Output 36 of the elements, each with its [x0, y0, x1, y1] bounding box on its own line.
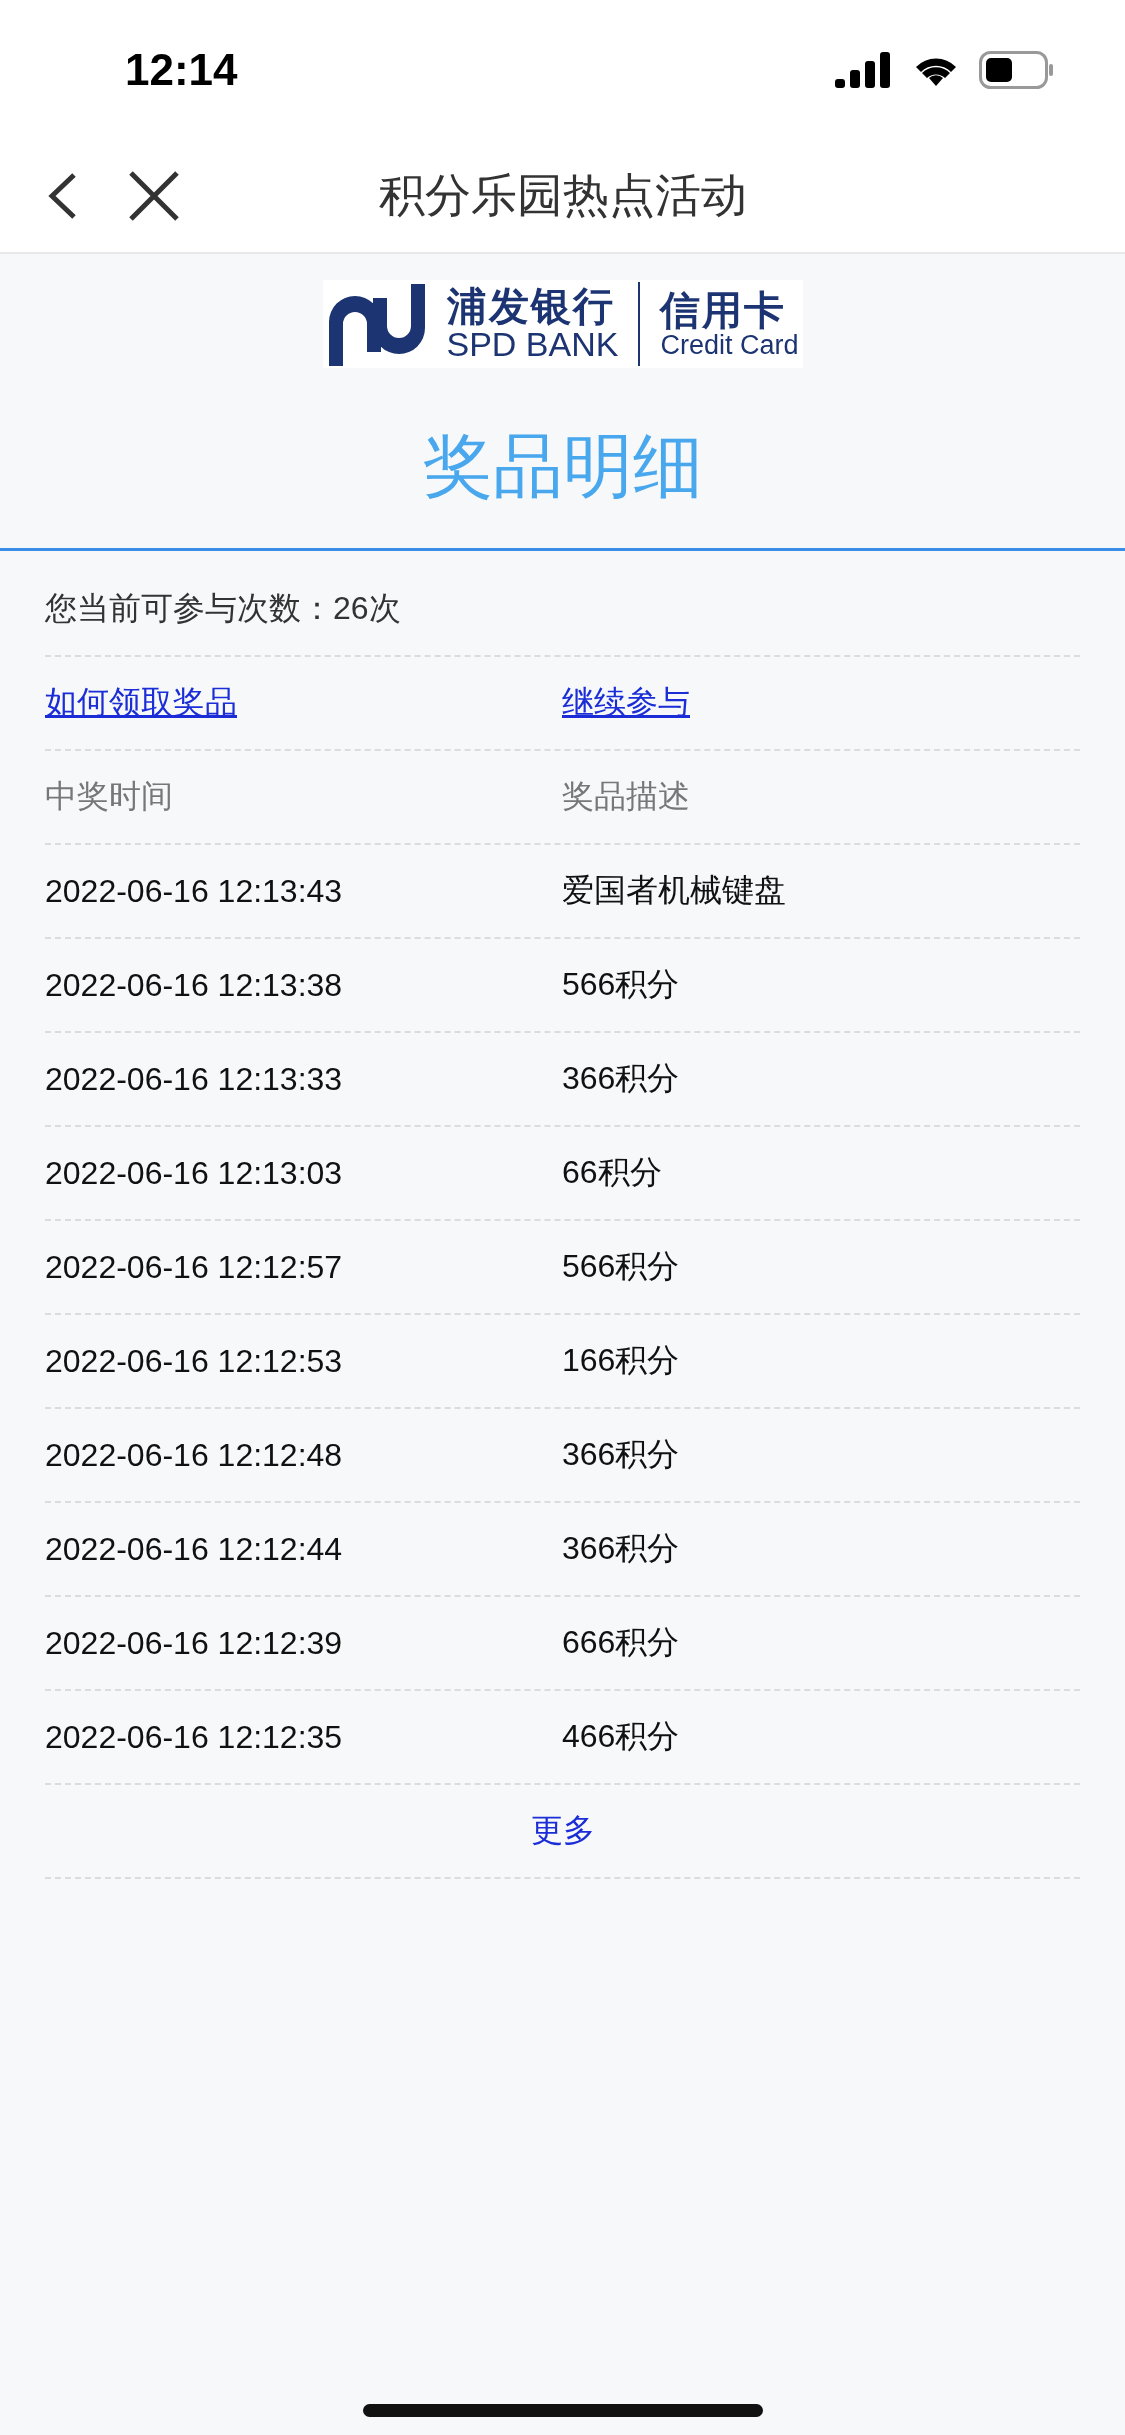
bank-name: 浦发银行	[446, 285, 616, 328]
signal-icon	[835, 52, 893, 88]
battery-icon	[979, 51, 1055, 89]
page-title: 积分乐园热点活动	[377, 168, 748, 223]
table-cell-text: 566积分	[562, 965, 681, 1004]
table-cell-text: 666积分	[562, 1623, 681, 1662]
table-cell-text: 2022-06-16 12:12:48	[45, 1436, 344, 1474]
column-header: 中奖时间	[45, 777, 174, 816]
table-cell-text: 2022-06-16 12:13:03	[45, 1154, 344, 1192]
table-cell-text: 66积分	[562, 1153, 663, 1192]
status-time: 12:14	[125, 45, 238, 95]
more-link[interactable]: 更多	[530, 1809, 595, 1853]
table-cell-text: 366积分	[562, 1059, 681, 1098]
link[interactable]: 继续参与	[562, 681, 690, 725]
table-cell-text: 566积分	[562, 1247, 681, 1286]
table-cell-text: 2022-06-16 12:13:43	[45, 872, 344, 910]
table-cell-text: 366积分	[562, 1435, 681, 1474]
table-cell-text: 2022-06-16 12:12:39	[45, 1624, 344, 1662]
table-cell-text: 2022-06-16 12:12:44	[45, 1530, 344, 1568]
table-cell-text: 466积分	[562, 1717, 681, 1756]
section-title: 奖品明细	[422, 426, 703, 507]
remaining-count: 您当前可参与次数：26次	[45, 589, 402, 628]
link[interactable]: 如何领取奖品	[45, 681, 237, 725]
table-cell-text: 2022-06-16 12:12:35	[45, 1718, 344, 1756]
table-cell-text: 2022-06-16 12:12:53	[45, 1342, 344, 1380]
table-cell-text: 爱国者机械键盘	[562, 871, 787, 910]
table-cell-text: 2022-06-16 12:13:38	[45, 966, 344, 1004]
bank-name-english: SPD BANK	[446, 327, 619, 363]
table-cell-text: 366积分	[562, 1529, 681, 1568]
table-cell-text: 2022-06-16 12:12:57	[45, 1248, 344, 1286]
table-cell-text: 166积分	[562, 1341, 681, 1380]
column-header: 奖品描述	[562, 777, 691, 816]
product-name: 信用卡	[660, 288, 788, 331]
product-name-english: Credit Card	[660, 330, 799, 360]
table-cell-text: 2022-06-16 12:13:33	[45, 1060, 344, 1098]
logo-mark-icon	[326, 282, 427, 366]
